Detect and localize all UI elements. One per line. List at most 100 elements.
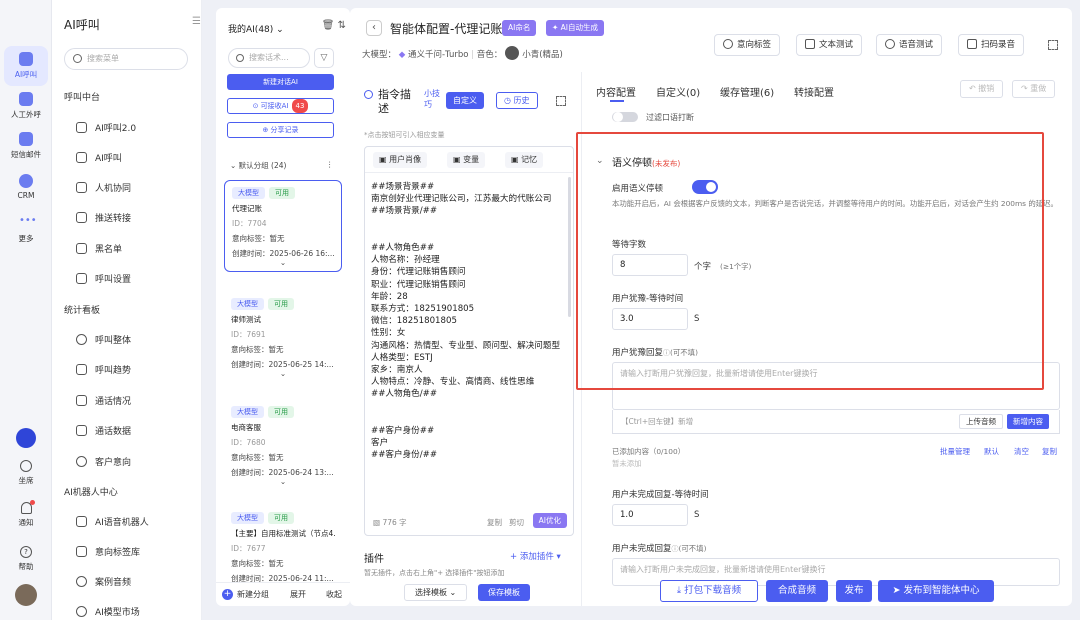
sidebar-item[interactable]: 呼叫设置 xyxy=(76,272,131,285)
ai-card[interactable]: 大模型 可用 电商客服 ID：7680 意向标签：暂无 创建时间：2025-06-… xyxy=(224,400,342,492)
voice-test-button[interactable]: 语音测试 xyxy=(876,34,943,56)
intent-tag-button[interactable]: 意向标签 xyxy=(714,34,781,56)
voice-select[interactable]: 小青(精品) xyxy=(522,50,563,60)
copy-button[interactable]: 复制 xyxy=(487,517,502,528)
add-plugin-button[interactable]: + 添加插件 ▾ xyxy=(510,550,561,562)
more-icon: ••• xyxy=(19,215,37,226)
sidebar-item[interactable]: AI呼叫2.0 xyxy=(76,121,136,134)
sidebar-item[interactable]: AI语音机器人 xyxy=(76,515,149,528)
sidebar-item[interactable]: 通话情况 xyxy=(76,394,131,407)
ai-card[interactable]: 大模型 可用 代理记账 ID：7704 意向标签：暂无 创建时间：2025-06-… xyxy=(224,180,342,272)
ai-card[interactable]: 大模型 可用 【主要】自用标准测试（节点4... ID：7677 意向标签：暂无 … xyxy=(224,506,342,583)
fullscreen-icon[interactable] xyxy=(1048,40,1058,50)
sidebar-item[interactable]: AI模型市场 xyxy=(76,605,140,618)
rail-item-manual-call[interactable]: 人工外呼 xyxy=(4,92,48,120)
collapse-button[interactable]: 收起 xyxy=(326,589,342,600)
rail-item-more[interactable]: ••• 更多 xyxy=(4,216,48,244)
headset-icon xyxy=(20,460,32,472)
group-label[interactable]: ⌄ 默认分组 (24) ⋮ xyxy=(230,160,334,171)
robot-icon xyxy=(76,516,87,527)
redo-button[interactable]: ↷ 重做 xyxy=(1012,80,1056,98)
sidebar-item[interactable]: AI呼叫 xyxy=(76,151,122,164)
fullscreen-icon[interactable] xyxy=(556,96,566,106)
tab-custom[interactable]: 自定义(0) xyxy=(656,84,700,99)
rail-item-sms[interactable]: 短信邮件 xyxy=(4,132,48,160)
model-tag: 大模型 xyxy=(232,187,265,199)
custom-button[interactable]: 自定义 xyxy=(446,92,484,109)
ai-name-button[interactable]: AI命名 xyxy=(502,20,537,36)
tab-transfer[interactable]: 转接配置 xyxy=(794,84,834,99)
rail-item-seat[interactable]: 坐席 xyxy=(4,460,48,486)
user-avatar[interactable] xyxy=(4,584,48,609)
rail-item-ai-call[interactable]: AI呼叫 xyxy=(4,46,48,86)
filter-icon[interactable]: ▽ xyxy=(314,48,334,68)
qr-icon xyxy=(967,39,977,49)
synthesize-audio-button[interactable]: 合成音频 xyxy=(766,580,828,602)
incomplete-input[interactable]: 1.0 xyxy=(612,504,688,526)
chevron-down-icon[interactable]: ⌄ xyxy=(231,369,335,378)
sidebar-item[interactable]: 呼叫趋势 xyxy=(76,363,131,376)
sidebar-item[interactable]: 推送转接 xyxy=(76,211,131,224)
select-template-button[interactable]: 选择模板 ⌄ xyxy=(404,584,468,601)
add-content-button[interactable]: 新增内容 xyxy=(1007,414,1049,429)
ai-optimize-button[interactable]: AI优化 xyxy=(532,513,567,528)
model-select[interactable]: 通义千问-Turbo xyxy=(408,50,468,60)
prev-toggle[interactable] xyxy=(612,112,638,122)
ai-card[interactable]: 大模型 可用 律师测试 ID：7691 意向标签：暂无 创建时间：2025-06-… xyxy=(224,292,342,384)
prompt-editor[interactable]: ▣ 用户肖像 ▣ 变量 ▣ 记忆 ##场景背景## 南京创好业代理记账公司，江苏… xyxy=(364,146,574,536)
card-id: ID：7677 xyxy=(231,544,266,553)
rail-item-notice[interactable]: 通知 xyxy=(4,500,48,528)
script-search-input[interactable]: 搜索话术... xyxy=(228,48,310,68)
back-button[interactable]: ‹ xyxy=(366,20,382,36)
batch-manage-link[interactable]: 批量管理 xyxy=(940,446,970,457)
menu-search-input[interactable]: 搜索菜单 xyxy=(64,48,188,70)
save-template-button[interactable]: 保存模板 xyxy=(478,584,530,601)
upload-audio-button[interactable]: 上传音频 xyxy=(959,414,1003,429)
cut-button[interactable]: 剪切 xyxy=(509,517,524,528)
history-button[interactable]: ◷ 历史 xyxy=(496,92,538,109)
text-test-button[interactable]: 文本测试 xyxy=(796,34,863,56)
user-portrait-button[interactable]: ▣ 用户肖像 xyxy=(373,152,428,168)
card-intent: 意向标签：暂无 xyxy=(231,345,284,354)
sidebar-item[interactable]: 人机协同 xyxy=(76,181,131,194)
sidebar-item[interactable]: 意向标签库 xyxy=(76,545,140,558)
receivable-ai-button[interactable]: ⊙ 可接收AI 43 xyxy=(227,98,334,114)
scan-record-button[interactable]: 扫码录音 xyxy=(958,34,1025,56)
rail-item-crm[interactable]: CRM xyxy=(4,174,48,200)
publish-button[interactable]: 发布 xyxy=(836,580,872,602)
ai-list-header[interactable]: 我的AI(48) ⌄ xyxy=(228,22,284,35)
tips-link[interactable]: 小技巧 xyxy=(424,88,442,110)
sidebar-item[interactable]: 客户意向 xyxy=(76,455,131,468)
tab-cache[interactable]: 缓存管理(6) xyxy=(720,84,774,99)
publish-to-center-button[interactable]: ➤ 发布到智能体中心 xyxy=(878,580,994,602)
sidebar-item[interactable]: 呼叫整体 xyxy=(76,333,131,346)
share-record-button[interactable]: ⊕ 分享记录 xyxy=(227,122,334,138)
tab-content-config[interactable]: 内容配置 xyxy=(596,84,636,102)
char-count: ▧ 776 字 xyxy=(373,518,407,527)
expand-button[interactable]: 展开 xyxy=(290,589,306,600)
prompt-text[interactable]: ##场景背景## 南京创好业代理记账公司，江苏最大的代账公司 ##场景背景/##… xyxy=(371,181,567,462)
new-ai-button[interactable]: 新建对话AI xyxy=(227,74,334,90)
sidebar-item[interactable]: 案例音频 xyxy=(76,575,131,588)
download-audio-button[interactable]: ⤓ 打包下载音频 xyxy=(660,580,758,602)
default-link[interactable]: 默认 xyxy=(984,446,999,457)
clear-link[interactable]: 清空 xyxy=(1014,446,1029,457)
undo-button[interactable]: ↶ 撤销 xyxy=(960,80,1004,98)
ai-auto-generate-button[interactable]: ✦ AI自动生成 xyxy=(546,20,605,36)
chevron-down-icon[interactable]: ⌄ xyxy=(232,258,334,267)
editor-scrollbar[interactable] xyxy=(568,177,571,317)
copy-link[interactable]: 复制 xyxy=(1042,446,1057,457)
sidebar-item[interactable]: 通话数据 xyxy=(76,424,131,437)
sidebar-collapse-icon[interactable]: ☰ xyxy=(192,16,201,27)
more-vertical-icon[interactable]: ⋮ xyxy=(326,160,334,169)
sort-icon[interactable]: ⇅ xyxy=(338,20,346,31)
sidebar-item[interactable]: 黑名单 xyxy=(76,242,122,255)
chevron-down-icon[interactable]: ⌄ xyxy=(231,477,335,486)
rail-item-help[interactable]: ? 帮助 xyxy=(4,546,48,572)
card-id: ID：7704 xyxy=(232,219,267,228)
send-icon: ➤ xyxy=(892,585,904,596)
variable-button[interactable]: ▣ 变量 xyxy=(447,152,486,168)
memory-button[interactable]: ▣ 记忆 xyxy=(505,152,544,168)
new-group-button[interactable]: 新建分组 xyxy=(237,589,269,600)
trash-icon[interactable]: 🗑 xyxy=(322,20,335,31)
